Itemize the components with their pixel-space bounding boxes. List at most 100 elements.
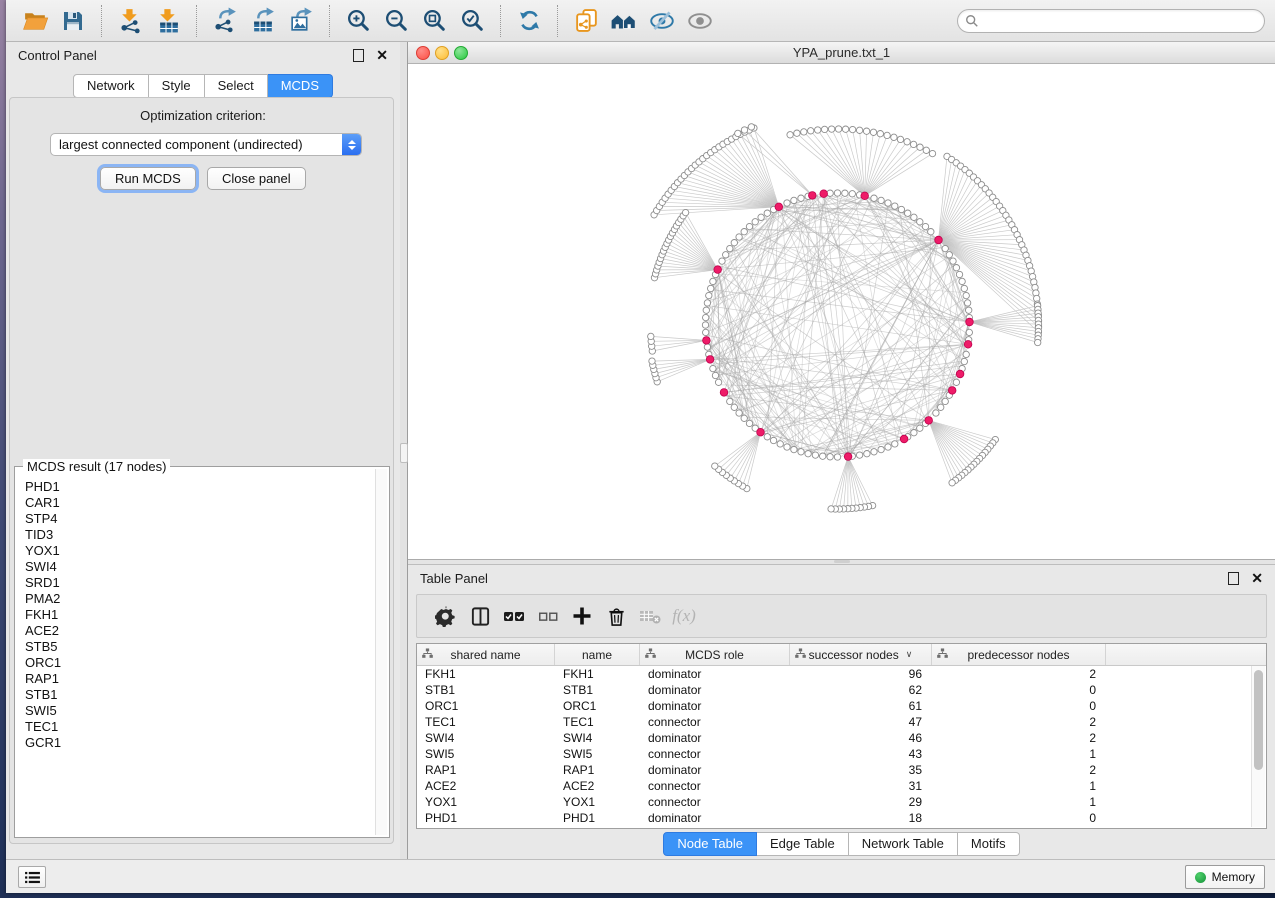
column-header-shared-name[interactable]: shared name xyxy=(417,644,555,665)
mcds-node-item[interactable]: GCR1 xyxy=(17,735,375,751)
import-table-icon[interactable] xyxy=(152,5,184,37)
mcds-node-item[interactable]: SWI4 xyxy=(17,559,375,575)
table-row[interactable]: RAP1RAP1dominator352 xyxy=(417,762,1266,778)
show-eye-icon[interactable] xyxy=(684,5,716,37)
splitter-handle[interactable] xyxy=(834,560,850,563)
export-network-icon[interactable] xyxy=(209,5,241,37)
table-row[interactable]: STB1STB1dominator620 xyxy=(417,682,1266,698)
column-header-successor-nodes[interactable]: successor nodes∨ xyxy=(790,644,932,665)
close-panel-button[interactable]: Close panel xyxy=(207,167,306,190)
gear-icon[interactable] xyxy=(429,601,463,631)
hide-eye-icon[interactable] xyxy=(646,5,678,37)
network-graph[interactable] xyxy=(408,64,1275,559)
cell-successor_nodes: 43 xyxy=(790,746,932,762)
cell-name: FKH1 xyxy=(555,666,640,682)
show-columns-icon[interactable] xyxy=(463,601,497,631)
toolbar-separator xyxy=(557,5,558,37)
network-canvas[interactable] xyxy=(408,64,1275,559)
network-overview-icon[interactable] xyxy=(608,5,640,37)
network-window-title: YPA_prune.txt_1 xyxy=(408,45,1275,60)
tab-node-table[interactable]: Node Table xyxy=(663,832,757,856)
export-table-icon[interactable] xyxy=(247,5,279,37)
mcds-node-item[interactable]: PMA2 xyxy=(17,591,375,607)
mcds-result-list[interactable]: PHD1CAR1STP4TID3YOX1SWI4SRD1PMA2FKH1ACE2… xyxy=(17,479,375,835)
mcds-node-item[interactable]: TEC1 xyxy=(17,719,375,735)
mcds-node-item[interactable]: TID3 xyxy=(17,527,375,543)
column-header-MCDS-role[interactable]: MCDS role xyxy=(640,644,790,665)
tab-edge-table[interactable]: Edge Table xyxy=(757,832,849,856)
mcds-node-item[interactable]: SRD1 xyxy=(17,575,375,591)
zoom-in-icon[interactable] xyxy=(342,5,374,37)
mcds-node-item[interactable]: FKH1 xyxy=(17,607,375,623)
sort-chevron-icon[interactable]: ∨ xyxy=(906,649,913,660)
mcds-node-item[interactable]: ACE2 xyxy=(17,623,375,639)
cell-successor_nodes: 18 xyxy=(790,810,932,826)
memory-button[interactable]: Memory xyxy=(1185,865,1265,889)
cell-shared_name: ORC1 xyxy=(417,698,555,714)
float-panel-icon[interactable] xyxy=(353,49,364,62)
mcds-result-title: MCDS result (17 nodes) xyxy=(23,459,170,474)
table-row[interactable]: SWI5SWI5connector431 xyxy=(417,746,1266,762)
splitter-handle[interactable] xyxy=(400,443,408,463)
table-scrollbar[interactable] xyxy=(1251,666,1265,827)
delete-column-icon[interactable] xyxy=(599,601,633,631)
table-row[interactable]: PHD1PHD1dominator180 xyxy=(417,810,1266,826)
refresh-icon[interactable] xyxy=(513,5,545,37)
mcds-node-item[interactable]: SWI5 xyxy=(17,703,375,719)
mcds-node-item[interactable]: STB1 xyxy=(17,687,375,703)
main-toolbar xyxy=(6,0,1275,42)
add-column-icon[interactable] xyxy=(565,601,599,631)
zoom-fit-icon[interactable] xyxy=(418,5,450,37)
tab-mcds[interactable]: MCDS xyxy=(268,74,333,98)
mcds-node-item[interactable]: CAR1 xyxy=(17,495,375,511)
tab-network-table[interactable]: Network Table xyxy=(849,832,958,856)
open-folder-icon[interactable] xyxy=(19,5,51,37)
cell-successor_nodes: 29 xyxy=(790,794,932,810)
table-row[interactable]: SWI4SWI4dominator462 xyxy=(417,730,1266,746)
scrollbar-thumb[interactable] xyxy=(1254,670,1263,770)
mcds-node-item[interactable]: YOX1 xyxy=(17,543,375,559)
clone-network-icon[interactable] xyxy=(570,5,602,37)
float-panel-icon[interactable] xyxy=(1228,572,1239,585)
mcds-node-item[interactable]: PHD1 xyxy=(17,479,375,495)
tab-network[interactable]: Network xyxy=(73,74,149,98)
import-network-icon[interactable] xyxy=(114,5,146,37)
tab-select[interactable]: Select xyxy=(205,74,268,98)
export-image-icon[interactable] xyxy=(285,5,317,37)
mcds-node-item[interactable]: ORC1 xyxy=(17,655,375,671)
application-window: Control Panel ✕ NetworkStyleSelectMCDS O… xyxy=(6,0,1275,893)
optimization-criterion-select[interactable]: largest connected component (undirected) xyxy=(50,133,362,156)
cell-successor_nodes: 47 xyxy=(790,714,932,730)
table-row[interactable]: ORC1ORC1dominator610 xyxy=(417,698,1266,714)
column-header-name[interactable]: name xyxy=(555,644,640,665)
zoom-out-icon[interactable] xyxy=(380,5,412,37)
control-panel: Control Panel ✕ NetworkStyleSelectMCDS O… xyxy=(6,42,400,860)
cell-mcds_role: dominator xyxy=(640,810,790,826)
cell-mcds_role: dominator xyxy=(640,730,790,746)
column-header-predecessor-nodes[interactable]: predecessor nodes xyxy=(932,644,1106,665)
cell-predecessor_nodes: 1 xyxy=(932,746,1106,762)
table-row[interactable]: ACE2ACE2connector311 xyxy=(417,778,1266,794)
table-row[interactable]: YOX1YOX1connector291 xyxy=(417,794,1266,810)
table-row[interactable]: FKH1FKH1dominator962 xyxy=(417,666,1266,682)
select-stepper-icon xyxy=(342,134,361,155)
close-panel-icon[interactable]: ✕ xyxy=(1251,571,1263,585)
zoom-selected-icon[interactable] xyxy=(456,5,488,37)
task-history-button[interactable] xyxy=(18,866,46,888)
mcds-list-scrollbar[interactable] xyxy=(375,469,387,835)
tab-style[interactable]: Style xyxy=(149,74,205,98)
deselect-all-icon[interactable] xyxy=(531,601,565,631)
table-row[interactable]: TEC1TEC1connector472 xyxy=(417,714,1266,730)
mcds-node-item[interactable]: RAP1 xyxy=(17,671,375,687)
run-mcds-button[interactable]: Run MCDS xyxy=(100,167,196,190)
mcds-node-item[interactable]: STP4 xyxy=(17,511,375,527)
network-window-titlebar[interactable]: YPA_prune.txt_1 xyxy=(408,42,1275,64)
tab-motifs[interactable]: Motifs xyxy=(958,832,1020,856)
search-input[interactable] xyxy=(983,13,1257,29)
close-panel-icon[interactable]: ✕ xyxy=(376,48,388,62)
mcds-node-item[interactable]: STB5 xyxy=(17,639,375,655)
search-field[interactable] xyxy=(957,9,1265,33)
vertical-splitter[interactable] xyxy=(400,42,408,860)
save-icon[interactable] xyxy=(57,5,89,37)
select-all-icon[interactable] xyxy=(497,601,531,631)
